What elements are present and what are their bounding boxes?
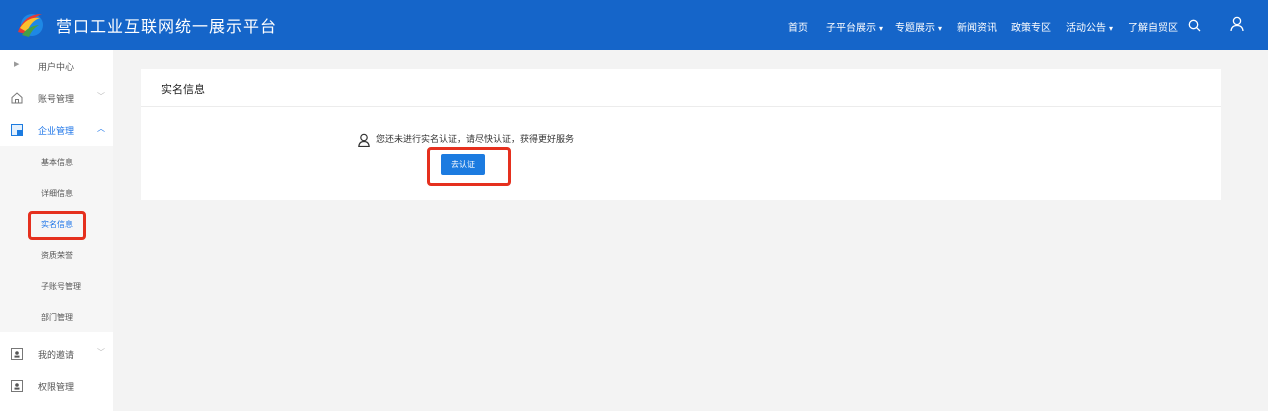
sidebar-sub-label: 基本信息 [41,158,73,167]
sidebar-sub-label: 部门管理 [41,313,73,322]
sidebar-sub-qualifications[interactable]: 资质荣誉 [0,239,113,270]
sidebar-top-label: 用户中心 [38,63,75,73]
nav-home[interactable]: 首页 [788,19,808,34]
sidebar-sub-label: 子账号管理 [41,282,81,291]
chevron-down-icon: ﹀ [97,348,105,357]
chevron-down-icon: ▾ [879,24,884,33]
nav-news[interactable]: 新闻资讯 [957,19,997,34]
sidebar-item-label: 权限管理 [38,383,75,393]
realname-info-card: 实名信息 您还未进行实名认证，请尽快认证，获得更好服务 去认证 [141,69,1221,200]
chevron-down-icon: ▾ [1109,24,1114,33]
caret-right-icon: ▶ [14,60,20,68]
nav-policy[interactable]: 政策专区 [1011,19,1051,34]
card-divider [141,106,1221,107]
sidebar-item-enterprise[interactable]: 企业管理 ︿ [0,114,113,146]
sidebar-item-invites[interactable]: 我的邀请 ﹀ [0,338,113,370]
user-outline-icon [357,132,371,148]
nav-free-trade[interactable]: 了解自贸区 [1128,19,1178,34]
sidebar-sub-label: 资质荣誉 [41,251,73,260]
highlight-box-sidebar [28,211,86,240]
sidebar-sub-label: 详细信息 [41,189,73,198]
platform-logo[interactable] [14,8,46,40]
permission-icon [10,379,24,393]
sidebar-sub-departments[interactable]: 部门管理 [0,301,113,332]
top-header: 营口工业互联网统一展示平台 首页 子平台展示 ▾ 专题展示 ▾ 新闻资讯 政策专区 … [0,0,1268,50]
highlight-box-button [427,147,511,186]
verification-notice: 您还未进行实名认证，请尽快认证，获得更好服务 [376,135,575,145]
sidebar-item-label: 我的邀请 [38,351,75,361]
nav-topics[interactable]: 专题展示 ▾ [895,19,942,34]
invite-icon [10,347,24,361]
sidebar-sub-subaccounts[interactable]: 子账号管理 [0,270,113,301]
nav-sub-platforms[interactable]: 子平台展示 ▾ [826,19,883,34]
sidebar-user-center[interactable]: ▶ 用户中心 [0,50,113,82]
card-title: 实名信息 [161,83,205,96]
home-icon [10,91,24,105]
user-icon[interactable] [1230,16,1244,36]
sidebar-item-label: 账号管理 [38,95,75,105]
sidebar-sub-detail-info[interactable]: 详细信息 [0,177,113,208]
app-title[interactable]: 营口工业互联网统一展示平台 [56,13,277,37]
sidebar-sub-basic-info[interactable]: 基本信息 [0,146,113,177]
search-icon[interactable] [1188,17,1201,36]
enterprise-icon [10,123,24,137]
chevron-up-icon: ︿ [97,124,105,133]
sidebar-item-label: 企业管理 [38,127,75,137]
sidebar-item-account[interactable]: 账号管理 ﹀ [0,82,113,114]
nav-events[interactable]: 活动公告 ▾ [1066,19,1113,34]
sidebar-item-permissions[interactable]: 权限管理 [0,370,113,402]
chevron-down-icon: ﹀ [97,92,105,101]
chevron-down-icon: ▾ [938,24,943,33]
